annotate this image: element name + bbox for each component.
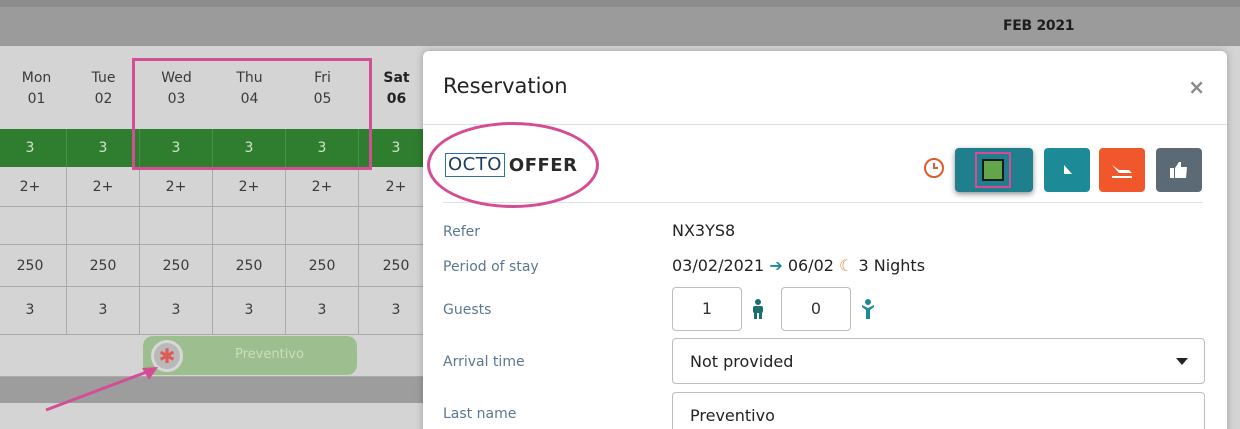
period-to: 06/02 — [787, 256, 834, 275]
occupancy-cell[interactable]: 2+ — [213, 167, 286, 207]
status-highlight — [975, 152, 1011, 188]
child-icon — [862, 299, 874, 319]
logo-highlight-ring — [427, 122, 599, 208]
day-header-tue: Tue 02 — [91, 70, 116, 107]
arrival-time-value: Not provided — [690, 352, 794, 371]
clock-icon[interactable] — [924, 158, 944, 178]
price-cell[interactable]: 250 — [140, 245, 213, 287]
annotation-arrow — [45, 367, 158, 412]
date-range-highlight — [132, 58, 372, 170]
period-label: Period of stay — [443, 259, 539, 275]
occupancy-row: 2+ 2+ 2+ 2+ 2+ 2+ — [0, 167, 433, 207]
empty-cell[interactable] — [286, 207, 359, 245]
period-from: 03/02/2021 — [672, 256, 765, 275]
booking-chip-label: Preventivo — [235, 347, 304, 362]
modal-separator — [443, 202, 1203, 203]
calendar-top-bar — [0, 0, 1240, 8]
price-cell[interactable]: 250 — [67, 245, 140, 287]
availability-cell[interactable]: 3 — [67, 129, 140, 167]
children-input[interactable]: 0 — [781, 287, 851, 331]
empty-cell[interactable] — [213, 207, 286, 245]
day-header-mon: Mon 01 — [21, 70, 52, 107]
arrival-label: Arrival time — [443, 354, 525, 370]
min-stay-cell[interactable]: 3 — [140, 287, 213, 335]
availability-cell[interactable]: 3 — [0, 129, 67, 167]
occupancy-cell[interactable]: 2+ — [286, 167, 359, 207]
reservation-modal: Reservation × OCTO OFFER Refer NX3YS8 Pe… — [423, 51, 1227, 429]
period-value: 03/02/2021 ➔ 06/02 ☾ 3 Nights — [672, 256, 925, 275]
occupancy-cell[interactable]: 2+ — [67, 167, 140, 207]
refer-label: Refer — [443, 224, 481, 240]
booking-chip[interactable]: ✱ Preventivo — [143, 336, 357, 375]
min-stay-row: 3 3 3 3 3 3 — [0, 287, 433, 335]
empty-row — [0, 207, 433, 245]
empty-cell[interactable] — [0, 207, 67, 245]
min-stay-cell[interactable]: 3 — [0, 287, 67, 335]
price-cell[interactable]: 250 — [286, 245, 359, 287]
checkin-button[interactable] — [1044, 148, 1090, 192]
price-cell[interactable]: 250 — [213, 245, 286, 287]
min-stay-cell[interactable]: 3 — [286, 287, 359, 335]
lastname-label: Last name — [443, 406, 517, 422]
confirm-button[interactable] — [1156, 148, 1202, 192]
empty-cell[interactable] — [140, 207, 213, 245]
modal-header: Reservation × — [423, 51, 1227, 125]
guests-label: Guests — [443, 302, 492, 318]
moon-icon: ☾ — [839, 256, 854, 275]
month-label: FEB 2021 — [1003, 18, 1075, 34]
price-cell[interactable]: 250 — [0, 245, 67, 287]
empty-cell[interactable] — [67, 207, 140, 245]
checkin-icon — [1064, 165, 1072, 174]
refer-value: NX3YS8 — [672, 221, 736, 240]
adult-icon — [753, 299, 763, 319]
adults-input[interactable]: 1 — [672, 287, 742, 331]
arrow-right-icon: ➔ — [769, 256, 783, 275]
occupancy-cell[interactable]: 2+ — [140, 167, 213, 207]
price-row: 250 250 250 250 250 250 — [0, 245, 433, 287]
status-button[interactable] — [955, 148, 1033, 192]
close-icon[interactable]: × — [1188, 75, 1205, 99]
plane-departure-icon — [1112, 165, 1132, 178]
lastname-input[interactable] — [672, 392, 1205, 429]
modal-title: Reservation — [443, 74, 568, 98]
arrival-time-select[interactable]: Not provided — [672, 338, 1205, 384]
thumbs-up-icon — [1170, 162, 1187, 178]
occupancy-cell[interactable]: 2+ — [0, 167, 67, 207]
checkout-button[interactable] — [1099, 148, 1145, 192]
min-stay-cell[interactable]: 3 — [67, 287, 140, 335]
min-stay-cell[interactable]: 3 — [213, 287, 286, 335]
chevron-down-icon — [1176, 358, 1188, 365]
nights-count: 3 Nights — [858, 256, 926, 275]
